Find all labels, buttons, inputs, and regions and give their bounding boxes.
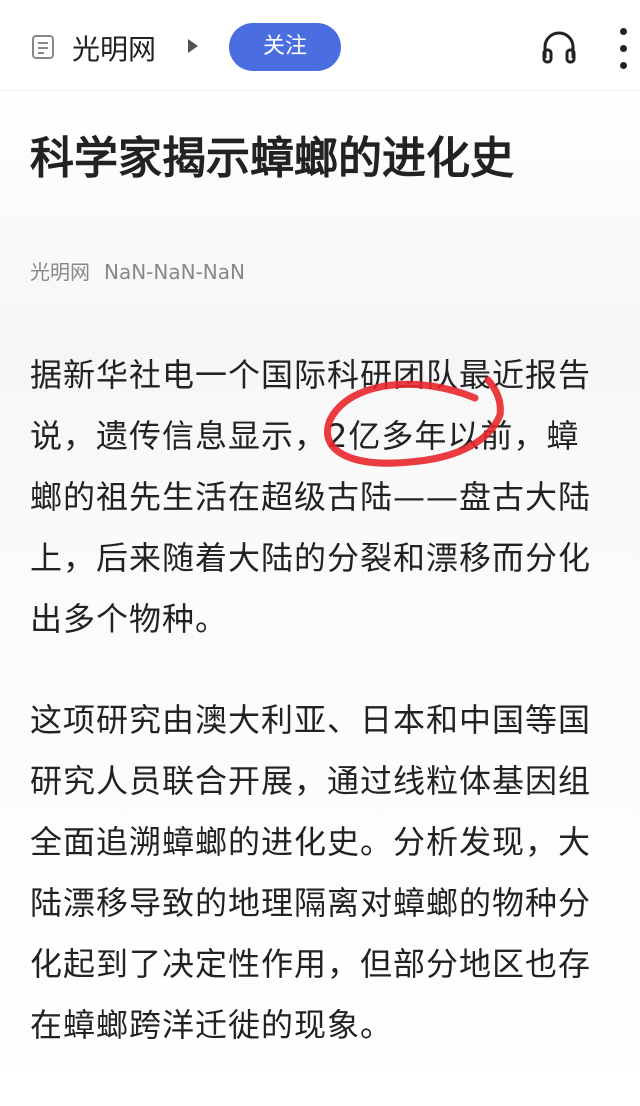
paragraph-line: 说，遗传信息显示，2亿多年以前，蟑 — [30, 417, 580, 455]
paragraph-line: 这项研究由澳大利亚、日本和中国等国 — [30, 701, 592, 739]
top-bar: 光明网 关注 — [0, 0, 640, 91]
follow-button[interactable]: 关注 — [229, 23, 341, 71]
paragraph-line: 据新华社电一个国际科研团队最近报告 — [30, 356, 592, 394]
article-meta: 光明网 NaN-NaN-NaN — [30, 256, 245, 285]
paragraph-line: 螂的祖先生活在超级古陆——盘古大陆 — [30, 478, 592, 516]
paragraph-line: 出多个物种。 — [30, 600, 229, 638]
meta-source[interactable]: 光明网 — [30, 260, 90, 284]
meta-date: NaN-NaN-NaN — [104, 260, 245, 284]
paragraph-line: 上，后来随着大陆的分裂和漂移而分化 — [30, 539, 592, 577]
play-arrow-icon[interactable] — [188, 39, 198, 53]
paragraph-line: 研究人员联合开展，通过线粒体基因组 — [30, 762, 592, 800]
source-name[interactable]: 光明网 — [72, 28, 156, 68]
document-icon[interactable] — [32, 35, 54, 59]
headphones-icon[interactable] — [540, 28, 578, 66]
article-title: 科学家揭示蟑螂的进化史 — [30, 133, 514, 184]
paragraph-line: 全面追溯蟑螂的进化史。分析发现，大 — [30, 823, 592, 861]
paragraph-line: 陆漂移导致的地理隔离对蟑螂的物种分 — [30, 884, 592, 922]
paragraph-line: 在蟑螂跨洋迁徙的现象。 — [30, 1006, 394, 1044]
paragraph-line: 化起到了决定性作用，但部分地区也存 — [30, 945, 592, 983]
more-vertical-icon[interactable] — [620, 28, 627, 79]
